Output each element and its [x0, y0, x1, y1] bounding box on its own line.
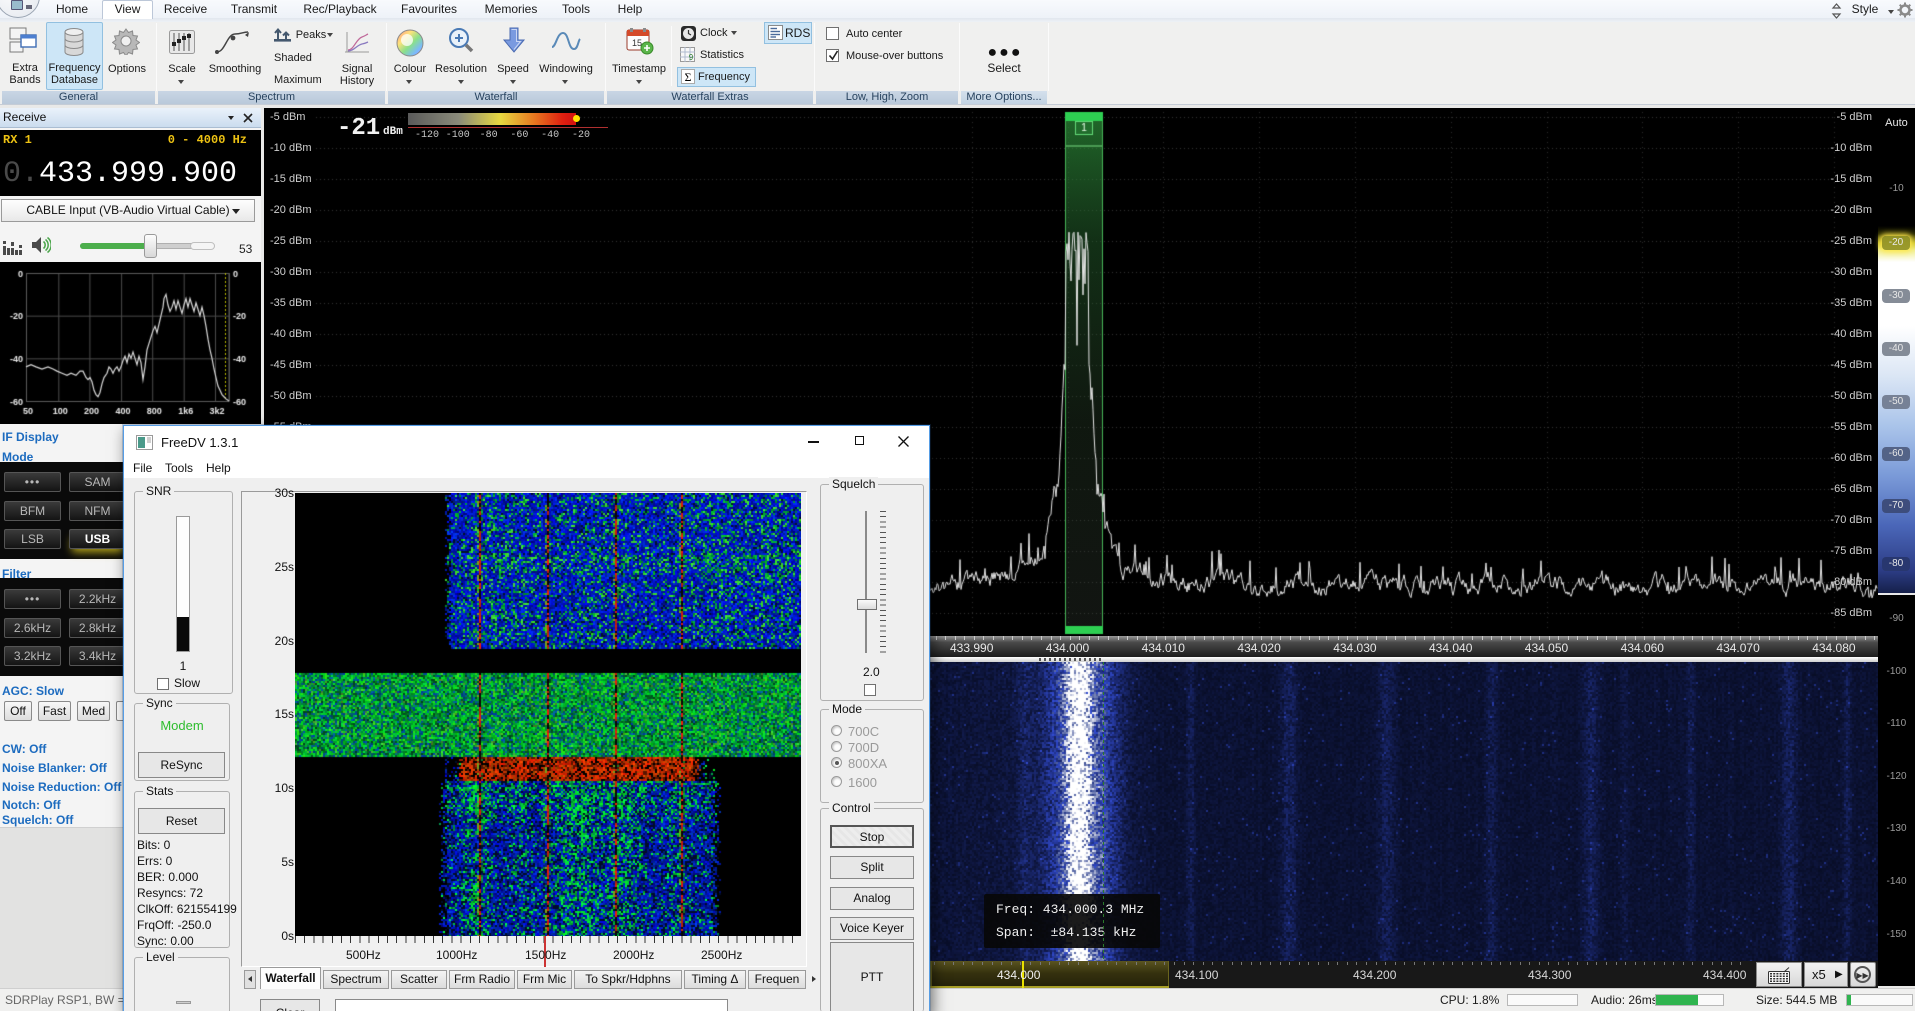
- svg-text:9: 9: [689, 53, 694, 62]
- svg-text:15: 15: [632, 38, 642, 48]
